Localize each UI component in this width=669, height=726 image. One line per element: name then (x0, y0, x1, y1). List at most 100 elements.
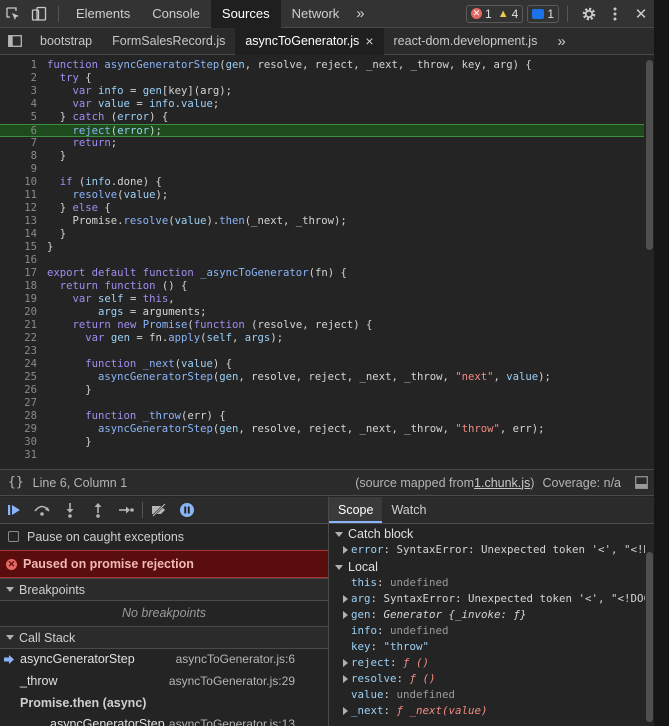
scope-variable[interactable]: resolve: ƒ () (329, 671, 645, 687)
tab-network[interactable]: Network (281, 0, 351, 28)
scope-section-header[interactable]: Catch block (329, 526, 645, 542)
line-number[interactable]: 5 (0, 111, 37, 124)
line-number[interactable]: 3 (0, 85, 37, 98)
scope-variable[interactable]: value: undefined (329, 687, 645, 703)
code-line[interactable]: 29 asyncGeneratorStep(gen, resolve, reje… (0, 423, 644, 436)
more-tabs-button[interactable]: » (350, 0, 370, 28)
line-number[interactable]: 14 (0, 228, 37, 241)
settings-gear-icon[interactable] (576, 0, 602, 28)
code-line[interactable]: 3 var info = gen[key](arg); (0, 85, 644, 98)
code-line[interactable]: 21 return new Promise(function (resolve,… (0, 319, 644, 332)
editor-scrollbar[interactable] (646, 60, 653, 250)
code-line[interactable]: 14 } (0, 228, 644, 241)
code-line[interactable]: 30 } (0, 436, 644, 449)
code-line[interactable]: 9 (0, 163, 644, 176)
code-line[interactable]: 26 } (0, 384, 644, 397)
call-frame-row[interactable]: _throw asyncToGenerator.js:29 (0, 671, 328, 691)
toggle-navigator-icon[interactable] (0, 28, 30, 55)
code-line[interactable]: 4 var value = info.value; (0, 98, 644, 111)
pretty-print-icon[interactable]: {} (8, 475, 24, 490)
more-options-kebab-icon[interactable] (602, 0, 628, 28)
line-number[interactable]: 19 (0, 293, 37, 306)
call-frame-row[interactable]: asyncGeneratorStep asyncToGenerator.js:6 (0, 649, 328, 669)
scope-variable[interactable]: this: undefined (329, 575, 645, 591)
line-number[interactable]: 23 (0, 345, 37, 358)
source-map-link[interactable]: 1.chunk.js (474, 476, 530, 490)
scope-variable[interactable]: arg: SyntaxError: Unexpected token '<', … (329, 591, 645, 607)
tab-watch[interactable]: Watch (382, 497, 435, 523)
code-line[interactable]: 17 export default function _asyncToGenera… (0, 267, 644, 280)
line-number[interactable]: 26 (0, 384, 37, 397)
line-number[interactable]: 11 (0, 189, 37, 202)
code-line[interactable]: 8 } (0, 150, 644, 163)
inspect-element-icon[interactable] (0, 0, 26, 28)
step-over-icon[interactable] (28, 497, 56, 523)
file-tab-bootstrap[interactable]: bootstrap (30, 28, 102, 55)
scope-variable[interactable]: reject: ƒ () (329, 655, 645, 671)
issues-counter[interactable]: ✕ 1 ▲ 4 (466, 4, 524, 23)
scope-variable[interactable]: _next: ƒ _next(value) (329, 703, 645, 719)
line-number[interactable]: 21 (0, 319, 37, 332)
code-line[interactable]: 7 return; (0, 137, 644, 150)
line-number[interactable]: 30 (0, 436, 37, 449)
line-number[interactable]: 29 (0, 423, 37, 436)
line-number[interactable]: 15 (0, 241, 37, 254)
line-number[interactable]: 8 (0, 150, 37, 163)
tab-sources[interactable]: Sources (210, 0, 281, 28)
pause-on-caught-checkbox[interactable] (8, 531, 19, 542)
pause-on-caught-row[interactable]: Pause on caught exceptions (0, 525, 328, 548)
code-line[interactable]: 19 var self = this, (0, 293, 644, 306)
line-number[interactable]: 2 (0, 72, 37, 85)
scope-variable[interactable]: error: SyntaxError: Unexpected token '<'… (329, 542, 645, 558)
code-line[interactable]: 10 if (info.done) { (0, 176, 644, 189)
line-number[interactable]: 9 (0, 163, 37, 176)
line-number[interactable]: 24 (0, 358, 37, 371)
close-devtools-icon[interactable]: ✕ (628, 0, 654, 28)
messages-counter[interactable]: 1 (527, 4, 559, 23)
step-out-icon[interactable] (84, 497, 112, 523)
step-icon[interactable] (112, 497, 140, 523)
code-line[interactable]: 6 reject(error); (0, 124, 644, 137)
file-tab-asynctogenerator[interactable]: asyncToGenerator.js × (235, 27, 384, 55)
code-line[interactable]: 11 resolve(value); (0, 189, 644, 202)
line-number[interactable]: 16 (0, 254, 37, 267)
code-line[interactable]: 20 args = arguments; (0, 306, 644, 319)
code-line[interactable]: 5 } catch (error) { (0, 111, 644, 124)
line-number[interactable]: 17 (0, 267, 37, 280)
code-line[interactable]: 15} (0, 241, 644, 254)
scope-section-header[interactable]: Local (329, 559, 645, 575)
line-number[interactable]: 4 (0, 98, 37, 111)
tab-elements[interactable]: Elements (65, 0, 141, 28)
code-line[interactable]: 24 function _next(value) { (0, 358, 644, 371)
device-toolbar-icon[interactable] (26, 0, 52, 28)
scope-scrollbar[interactable] (646, 552, 653, 722)
line-number[interactable]: 22 (0, 332, 37, 345)
line-number[interactable]: 25 (0, 371, 37, 384)
code-line[interactable]: 12 } else { (0, 202, 644, 215)
code-line[interactable]: 1 function asyncGeneratorStep(gen, resolv… (0, 59, 644, 72)
line-number[interactable]: 12 (0, 202, 37, 215)
tab-scope[interactable]: Scope (329, 497, 383, 523)
call-stack-section-header[interactable]: Call Stack (0, 626, 328, 649)
step-into-icon[interactable] (56, 497, 84, 523)
deactivate-breakpoints-icon[interactable] (145, 497, 173, 523)
line-number[interactable]: 1 (0, 59, 37, 72)
line-number[interactable]: 13 (0, 215, 37, 228)
code-line[interactable]: 16 (0, 254, 644, 267)
pause-on-exceptions-icon[interactable] (173, 497, 201, 523)
tab-console[interactable]: Console (141, 0, 211, 28)
code-line[interactable]: 28 function _throw(err) { (0, 410, 644, 423)
scope-variable[interactable]: gen: Generator {_invoke: ƒ} (329, 607, 645, 623)
line-number[interactable]: 28 (0, 410, 37, 423)
toggle-bottom-panel-icon[interactable] (635, 476, 648, 489)
scope-variable[interactable]: key: "throw" (329, 639, 645, 655)
resume-icon[interactable] (0, 497, 28, 523)
scope-variable[interactable]: info: undefined (329, 623, 645, 639)
code-line[interactable]: 31 (0, 449, 644, 462)
more-files-button[interactable]: » (547, 28, 575, 55)
code-line[interactable]: 13 Promise.resolve(value).then(_next, _t… (0, 215, 644, 228)
line-number[interactable]: 31 (0, 449, 37, 462)
breakpoints-section-header[interactable]: Breakpoints (0, 578, 328, 601)
line-number[interactable]: 18 (0, 280, 37, 293)
close-tab-icon[interactable]: × (365, 28, 373, 55)
